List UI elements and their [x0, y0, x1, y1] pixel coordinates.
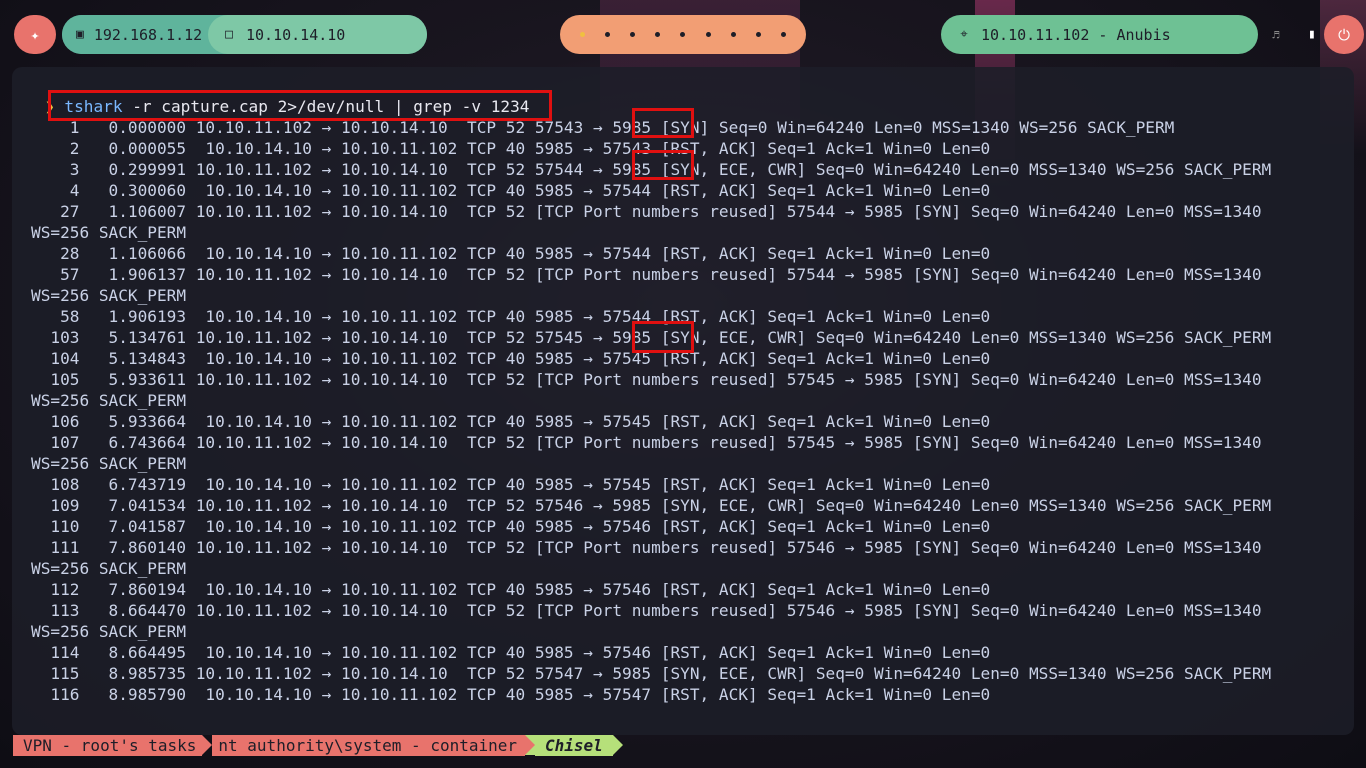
output-line: 114 8.664495 10.10.14.10 → 10.10.11.102 …: [31, 643, 991, 662]
workspace-1[interactable]: [580, 32, 586, 37]
output-line: 111 7.860140 10.10.11.102 → 10.10.14.10 …: [31, 538, 1262, 557]
workspace-4[interactable]: [655, 32, 661, 37]
network-icon: ▣: [76, 27, 84, 42]
separator-2: [525, 735, 536, 755]
command-highlight: [48, 90, 552, 121]
workspace-switcher: [560, 15, 806, 54]
output-line: WS=256 SACK_PERM: [31, 454, 187, 473]
power-button[interactable]: ⏻: [1324, 15, 1364, 54]
volume-icon[interactable]: ♬: [1272, 28, 1279, 42]
output-line: 57 1.906137 10.10.11.102 → 10.10.14.10 T…: [31, 265, 1262, 284]
workspace-8[interactable]: [755, 32, 761, 37]
workspace-9[interactable]: [780, 32, 786, 37]
workspace-6[interactable]: [705, 32, 711, 37]
port-highlight-3: [632, 321, 694, 353]
system-tray: ♬ ▮: [1258, 15, 1330, 54]
output-line: WS=256 SACK_PERM: [31, 559, 187, 578]
workspace-3[interactable]: [630, 32, 636, 37]
local-ip-segment: ▣ 192.168.1.12: [62, 15, 208, 54]
separator-3: [612, 735, 623, 755]
dragon-icon: ✦: [30, 25, 40, 44]
port-highlight-2: [632, 150, 694, 180]
output-line: 28 1.106066 10.10.14.10 → 10.10.11.102 T…: [31, 244, 991, 263]
status-container[interactable]: nt authority\system - container: [212, 735, 526, 756]
output-line: WS=256 SACK_PERM: [31, 286, 187, 305]
output-line: 108 6.743719 10.10.14.10 → 10.10.11.102 …: [31, 475, 991, 494]
laptop-icon: □: [225, 27, 233, 42]
workspace-2[interactable]: [605, 32, 611, 37]
output-line: 112 7.860194 10.10.14.10 → 10.10.11.102 …: [31, 580, 991, 599]
os-logo-button[interactable]: ✦: [14, 15, 56, 54]
battery-icon[interactable]: ▮: [1308, 27, 1316, 42]
status-chisel[interactable]: Chisel: [535, 735, 613, 756]
output-line: 113 8.664470 10.10.11.102 → 10.10.14.10 …: [31, 601, 1262, 620]
output-line: 4 0.300060 10.10.14.10 → 10.10.11.102 TC…: [31, 181, 991, 200]
vpn-ip-segment: □ 10.10.14.10: [208, 15, 427, 54]
output-line: 109 7.041534 10.10.11.102 → 10.10.14.10 …: [31, 496, 1272, 515]
terminal-output: 1 0.000000 10.10.11.102 → 10.10.14.10 TC…: [31, 117, 1271, 705]
vpn-ip: 10.10.14.10: [246, 25, 346, 44]
target-widget: ⌖ 10.10.11.102 - Anubis: [941, 15, 1258, 54]
status-vpn[interactable]: VPN - root's tasks: [13, 735, 203, 756]
power-icon: ⏻: [1338, 25, 1350, 44]
target-label: 10.10.11.102 - Anubis: [981, 25, 1171, 44]
output-line: WS=256 SACK_PERM: [31, 223, 187, 242]
output-line: 106 5.933664 10.10.14.10 → 10.10.11.102 …: [31, 412, 991, 431]
workspace-5[interactable]: [680, 32, 686, 37]
output-line: 110 7.041587 10.10.14.10 → 10.10.11.102 …: [31, 517, 991, 536]
separator-1: [202, 735, 213, 755]
output-line: 107 6.743664 10.10.11.102 → 10.10.14.10 …: [31, 433, 1262, 452]
network-widget: ▣ 192.168.1.12 □ 10.10.14.10: [62, 15, 427, 54]
output-line: WS=256 SACK_PERM: [31, 391, 187, 410]
local-ip: 192.168.1.12: [93, 25, 203, 44]
output-line: 27 1.106007 10.10.11.102 → 10.10.14.10 T…: [31, 202, 1262, 221]
output-line: 105 5.933611 10.10.11.102 → 10.10.14.10 …: [31, 370, 1262, 389]
status-bar: VPN - root's tasks nt authority\system -…: [13, 735, 623, 756]
workspace-7[interactable]: [730, 32, 736, 37]
crosshair-icon: ⌖: [960, 27, 968, 42]
output-line: 115 8.985735 10.10.11.102 → 10.10.14.10 …: [31, 664, 1272, 683]
output-line: WS=256 SACK_PERM: [31, 622, 187, 641]
port-highlight-1: [632, 108, 694, 138]
output-line: 116 8.985790 10.10.14.10 → 10.10.11.102 …: [31, 685, 991, 704]
